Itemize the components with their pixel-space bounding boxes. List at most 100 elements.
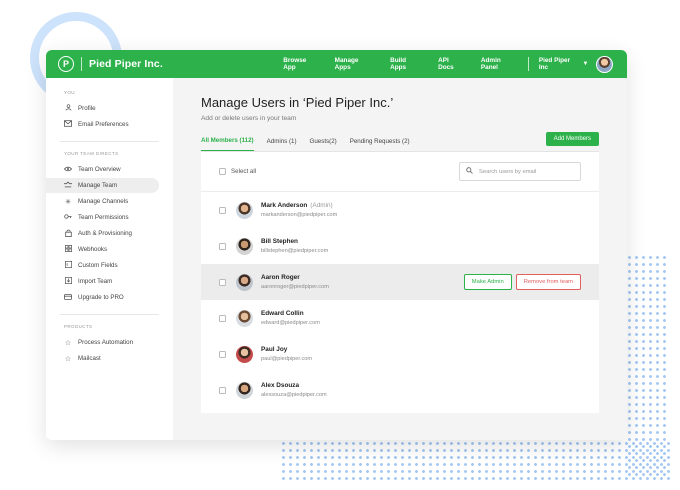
row-actions: Make Admin Remove from team [463, 274, 581, 290]
top-nav: Browse App Manage Apps Build Apps API Do… [267, 57, 518, 71]
nav-api-docs[interactable]: API Docs [438, 57, 465, 71]
sidebar-item-label: Email Preferences [78, 121, 129, 128]
star-icon: ☆ [64, 355, 72, 363]
user-name: Paul Joy [261, 346, 288, 353]
table-row: Bill Stephen billstephen@piedpiper.com [201, 228, 599, 264]
sidebar-item-label: Import Team [78, 278, 113, 285]
sidebar-item-label: Profile [78, 105, 96, 112]
tab-guests[interactable]: Guests(2) [310, 138, 337, 151]
brand[interactable]: P Pied Piper Inc. [46, 56, 267, 72]
row-checkbox[interactable] [219, 314, 226, 322]
user-info: Paul Joy paul@piedpiper.com [261, 346, 312, 362]
user-email: billstephen@piedpiper.com [261, 248, 329, 254]
row-checkbox[interactable] [219, 206, 226, 214]
sidebar-item-import-team[interactable]: Import Team [46, 274, 173, 289]
members-panel: Select all Search users by email Mark An… [201, 152, 599, 413]
user-email: edward@piedpiper.com [261, 320, 320, 326]
org-switcher[interactable]: Pied Piper Inc ▼ [539, 57, 589, 71]
sidebar-item-label: Manage Team [78, 182, 118, 189]
tab-pending-requests[interactable]: Pending Requests (2) [350, 138, 410, 151]
user-avatar [236, 201, 253, 219]
sidebar-item-label: Manage Channels [78, 198, 129, 205]
user-avatar[interactable] [596, 55, 613, 73]
sidebar-section-title: YOUR TEAM DIRECTS [64, 151, 119, 156]
user-info: Mark Anderson (Admin) markanderson@piedpi… [261, 202, 337, 218]
sidebar-divider [60, 314, 159, 315]
sidebar-item-label: Upgrade to PRO [78, 294, 124, 301]
brand-name: Pied Piper Inc. [89, 58, 163, 70]
sidebar-item-label: Team Permissions [78, 214, 129, 221]
user-name-text: Mark Anderson [261, 202, 308, 209]
sidebar-item-manage-team[interactable]: Manage Team [46, 178, 159, 193]
user-name: Mark Anderson (Admin) [261, 202, 337, 209]
members-toolbar: Select all Search users by email [201, 152, 599, 192]
row-checkbox[interactable] [219, 242, 226, 250]
sidebar-item-profile[interactable]: Profile [46, 101, 173, 116]
row-checkbox[interactable] [219, 386, 226, 394]
caret-down-icon: ▼ [582, 61, 589, 67]
user-avatar [236, 309, 253, 327]
page-title: Manage Users in ‘Pied Piper Inc.’ [201, 95, 394, 110]
user-email: paul@piedpiper.com [261, 356, 313, 362]
brand-separator [81, 57, 82, 71]
import-icon [64, 277, 72, 286]
decorative-dots-bottom [280, 440, 670, 480]
make-admin-button[interactable]: Make Admin [463, 274, 512, 290]
key-icon [64, 213, 72, 222]
nav-manage-apps[interactable]: Manage Apps [335, 57, 374, 71]
add-members-button[interactable]: Add Members [545, 132, 599, 146]
grid-icon [64, 245, 72, 254]
user-email: alexsouza@piedpiper.com [261, 392, 327, 398]
eye-icon [63, 166, 73, 174]
user-email: aaronroger@piedpiper.com [261, 284, 329, 290]
sidebar-item-process-automation[interactable]: ☆ Process Automation [46, 335, 173, 350]
top-bar: P Pied Piper Inc. Browse App Manage Apps… [46, 50, 627, 78]
nav-build-apps[interactable]: Build Apps [390, 57, 422, 71]
row-checkbox[interactable] [219, 350, 226, 358]
user-name: Alex Dsouza [261, 382, 300, 389]
tab-admins[interactable]: Admins (1) [267, 138, 297, 151]
sidebar-item-mailcast[interactable]: ☆ Mailcast [46, 351, 173, 366]
sidebar-item-team-overview[interactable]: Team Overview [46, 162, 173, 177]
sidebar-item-custom-fields[interactable]: Custom Fields [46, 258, 173, 273]
sidebar-item-label: Process Automation [78, 339, 134, 346]
sidebar-item-label: Team Overview [78, 166, 121, 173]
search-input[interactable]: Search users by email [459, 162, 581, 181]
upgrade-icon [64, 293, 72, 302]
sidebar-item-team-permissions[interactable]: Team Permissions [46, 210, 173, 225]
asterisk-icon: ✳ [65, 198, 71, 206]
remove-from-team-button[interactable]: Remove from team [515, 274, 581, 290]
user-avatar [236, 345, 253, 363]
sidebar-item-auth-provisioning[interactable]: Auth & Provisioning [46, 226, 173, 241]
sidebar: YOU Profile Email Preferences YOUR TEAM … [46, 78, 173, 440]
user-avatar [236, 237, 253, 255]
search-placeholder: Search users by email [479, 168, 537, 175]
sidebar-item-email-preferences[interactable]: Email Preferences [46, 117, 173, 132]
user-info: Bill Stephen billstephen@piedpiper.com [261, 238, 328, 254]
app-window: P Pied Piper Inc. Browse App Manage Apps… [46, 50, 627, 440]
sidebar-item-upgrade-pro[interactable]: Upgrade to PRO [46, 290, 173, 305]
sidebar-item-manage-channels[interactable]: ✳ Manage Channels [46, 194, 173, 209]
user-avatar [236, 273, 253, 291]
star-icon: ☆ [64, 339, 72, 347]
tab-all-members[interactable]: All Members (112) [201, 137, 254, 151]
select-all-checkbox[interactable] [219, 168, 226, 175]
user-name: Edward Collin [261, 310, 304, 317]
user-role: (Admin) [310, 202, 333, 209]
nav-admin-panel[interactable]: Admin Panel [481, 57, 518, 71]
page-subtitle: Add or delete users in your team [201, 115, 297, 122]
team-icon [64, 181, 72, 190]
nav-browse-app[interactable]: Browse App [283, 57, 318, 71]
sidebar-item-label: Auth & Provisioning [78, 230, 132, 237]
app-body: YOU Profile Email Preferences YOUR TEAM … [46, 78, 627, 440]
sidebar-divider [60, 141, 159, 142]
select-all-label: Select all [231, 168, 257, 175]
table-row: Edward Collin edward@piedpiper.com [201, 300, 599, 336]
sidebar-item-webhooks[interactable]: Webhooks [46, 242, 173, 257]
table-row: Paul Joy paul@piedpiper.com [201, 336, 599, 372]
sidebar-item-label: Custom Fields [78, 262, 118, 269]
user-info: Alex Dsouza alexsouza@piedpiper.com [261, 382, 327, 398]
org-label: Pied Piper Inc [538, 57, 571, 71]
field-icon [64, 261, 72, 270]
row-checkbox[interactable] [219, 278, 226, 286]
